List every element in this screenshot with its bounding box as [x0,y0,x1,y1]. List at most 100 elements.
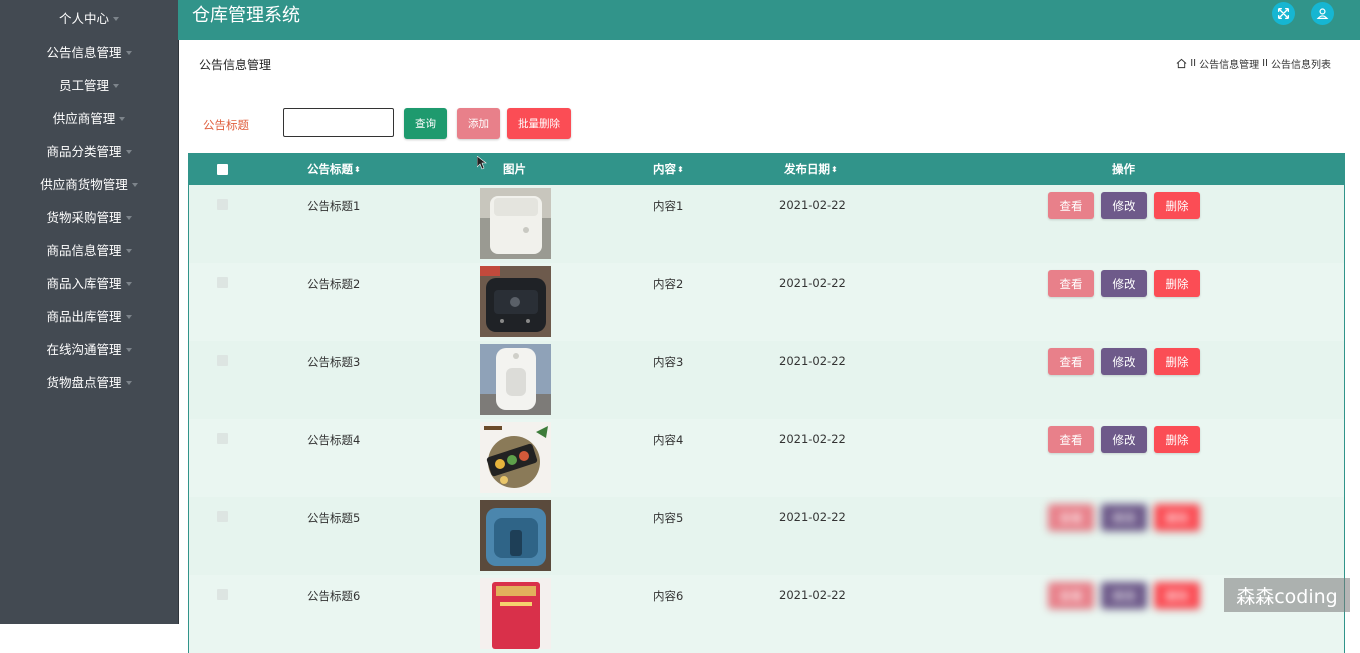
row-checkbox[interactable] [217,277,228,288]
row-actions: 查看 修改 删除 [1048,582,1200,609]
table-row: 公告标题3 内容3 2021-02-22 查看 修改 删除 [189,341,1344,419]
sidebar-item-chat[interactable]: 在线沟通管理 [0,332,178,365]
edit-button[interactable]: 修改 [1101,426,1147,453]
sidebar-item-label: 商品出库管理 [46,309,122,324]
sidebar-item-label: 员工管理 [58,78,109,93]
sidebar-item-label: 商品信息管理 [46,243,122,258]
sidebar-item-label: 在线沟通管理 [46,342,122,357]
column-header-image: 图片 [503,162,526,176]
select-all-checkbox[interactable] [217,164,228,175]
view-button[interactable]: 查看 [1048,426,1094,453]
sort-icon[interactable]: ⬍ [354,165,361,174]
sidebar-item-label: 货物采购管理 [46,210,122,225]
sidebar-item-purchasing[interactable]: 货物采购管理 [0,200,178,233]
user-icon[interactable] [1311,2,1334,25]
column-header-content[interactable]: 内容 ⬍ [653,153,684,185]
row-checkbox[interactable] [217,589,228,600]
home-icon[interactable] [1176,58,1187,69]
sidebar-item-label: 货物盘点管理 [46,375,122,390]
mouse-cursor-icon [477,156,487,170]
view-button[interactable]: 查看 [1048,582,1094,609]
sort-icon[interactable]: ⬍ [831,165,838,174]
caret-down-icon [125,248,132,253]
sidebar-item-inventory-check[interactable]: 货物盘点管理 [0,365,178,398]
column-header-actions: 操作 [1112,162,1135,176]
column-header-title[interactable]: 公告标题 ⬍ [307,153,361,185]
product-thumbnail [480,266,551,337]
product-thumbnail [480,422,551,493]
row-actions: 查看 修改 删除 [1048,192,1200,219]
cell-title: 公告标题1 [307,199,361,213]
query-button[interactable]: 查询 [404,108,447,139]
caret-down-icon [125,281,132,286]
sidebar-item-stock-out[interactable]: 商品出库管理 [0,299,178,332]
edit-button[interactable]: 修改 [1101,582,1147,609]
cell-title: 公告标题6 [307,589,361,603]
row-actions: 查看 修改 删除 [1048,270,1200,297]
sidebar-item-stock-in[interactable]: 商品入库管理 [0,266,178,299]
caret-down-icon [125,50,132,55]
row-actions: 查看 修改 删除 [1048,426,1200,453]
view-button[interactable]: 查看 [1048,192,1094,219]
caret-down-icon [113,16,119,21]
batch-delete-button[interactable]: 批量删除 [507,108,571,139]
cell-date: 2021-02-22 [779,354,846,368]
cell-title: 公告标题3 [307,355,361,369]
delete-button[interactable]: 删除 [1154,270,1200,297]
cell-content: 内容3 [653,355,684,369]
search-input[interactable] [283,108,394,137]
edit-button[interactable]: 修改 [1101,348,1147,375]
view-button[interactable]: 查看 [1048,504,1094,531]
caret-down-icon [125,347,132,352]
sidebar-item-personal-center[interactable]: 个人中心 [0,0,178,35]
delete-button[interactable]: 删除 [1154,426,1200,453]
sidebar-item-supplier-goods[interactable]: 供应商货物管理 [0,167,178,200]
cell-date: 2021-02-22 [779,432,846,446]
sort-icon[interactable]: ⬍ [677,165,684,174]
delete-button[interactable]: 删除 [1154,582,1200,609]
cell-title: 公告标题2 [307,277,361,291]
breadcrumb-separator: II [1190,58,1197,69]
row-checkbox[interactable] [217,355,228,366]
cell-content: 内容4 [653,433,684,447]
breadcrumb-item[interactable]: 公告信息管理 [1199,56,1259,71]
cell-title: 公告标题5 [307,511,361,525]
caret-down-icon [113,83,119,88]
column-header-date[interactable]: 发布日期 ⬍ [784,153,838,185]
table-row: 公告标题5 内容5 2021-02-22 查看 修改 删除 [189,497,1344,575]
sidebar-item-label: 供应商货物管理 [40,177,128,192]
table-row: 公告标题6 内容6 2021-02-22 查看 修改 删除 [189,575,1344,653]
row-checkbox[interactable] [217,433,228,444]
caret-down-icon [125,215,132,220]
sidebar-item-categories[interactable]: 商品分类管理 [0,134,178,167]
app-title: 仓库管理系统 [192,5,300,26]
sidebar-item-products[interactable]: 商品信息管理 [0,233,178,266]
row-checkbox[interactable] [217,199,228,210]
sidebar-item-label: 个人中心 [58,11,109,26]
cell-date: 2021-02-22 [779,588,846,602]
delete-button[interactable]: 删除 [1154,348,1200,375]
sidebar-item-employees[interactable]: 员工管理 [0,68,178,101]
cell-date: 2021-02-22 [779,198,846,212]
cell-date: 2021-02-22 [779,276,846,290]
add-button[interactable]: 添加 [457,108,500,139]
delete-button[interactable]: 删除 [1154,192,1200,219]
view-button[interactable]: 查看 [1048,348,1094,375]
edit-button[interactable]: 修改 [1101,504,1147,531]
edit-button[interactable]: 修改 [1101,270,1147,297]
product-thumbnail [480,500,551,571]
sidebar-item-suppliers[interactable]: 供应商管理 [0,101,178,134]
delete-button[interactable]: 删除 [1154,504,1200,531]
table-row: 公告标题2 内容2 2021-02-22 查看 修改 删除 [189,263,1344,341]
sidebar: 个人中心 公告信息管理 员工管理 供应商管理 商品分类管理 供应商货物管理 货物… [0,0,179,624]
breadcrumb-separator: II [1262,58,1268,69]
row-checkbox[interactable] [217,511,228,522]
edit-button[interactable]: 修改 [1101,192,1147,219]
table-row: 公告标题4 内容4 2021-02-22 查看 修改 删除 [189,419,1344,497]
caret-down-icon [131,182,138,187]
fullscreen-icon[interactable] [1272,2,1295,25]
view-button[interactable]: 查看 [1048,270,1094,297]
sidebar-item-announcements[interactable]: 公告信息管理 [0,35,178,68]
caret-down-icon [125,380,132,385]
sidebar-item-label: 商品分类管理 [46,144,122,159]
